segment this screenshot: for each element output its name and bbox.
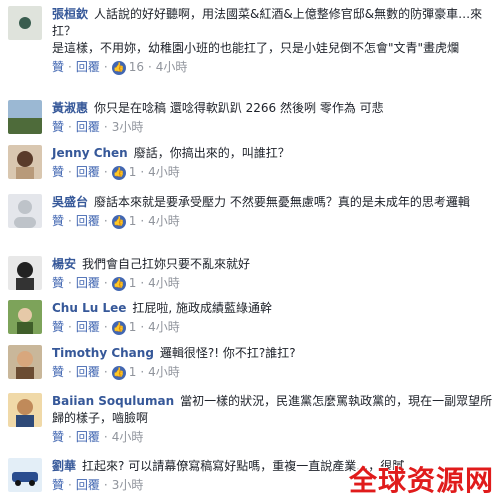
like-button[interactable]: 贊 [52, 429, 64, 446]
comment-author[interactable]: 楊安 [52, 257, 76, 271]
reply-button[interactable]: 回覆 [76, 429, 100, 446]
reply-button[interactable]: 回覆 [76, 275, 100, 292]
timestamp[interactable]: 4小時 [148, 319, 180, 336]
like-count[interactable]: 1 [129, 164, 137, 181]
like-button[interactable]: 贊 [52, 364, 64, 381]
comment-author[interactable]: Chu Lu Lee [52, 301, 126, 315]
avatar[interactable] [8, 6, 42, 40]
like-button[interactable]: 贊 [52, 477, 64, 494]
timestamp[interactable]: 4小時 [148, 213, 180, 230]
timestamp[interactable]: 4小時 [148, 364, 180, 381]
avatar[interactable] [8, 194, 42, 228]
timestamp[interactable]: 4小時 [112, 429, 144, 446]
comment-author[interactable]: Timothy Chang [52, 346, 154, 360]
like-count[interactable]: 1 [129, 213, 137, 230]
like-button[interactable]: 贊 [52, 119, 64, 136]
comment-text: 廢話，你搞出來的，叫誰扛？ [133, 146, 290, 160]
thumbs-up-icon: 👍 [111, 214, 126, 229]
avatar[interactable] [8, 256, 42, 290]
comment-text: 我們會自己扛妳只要不亂來就好 [82, 257, 251, 271]
timestamp[interactable]: 4小時 [148, 164, 180, 181]
comment-text: 你只是在唸稿 還唸得軟趴趴 2266 然後咧 零作為 可悲 [94, 101, 384, 115]
avatar[interactable] [8, 345, 42, 379]
timestamp[interactable]: 4小時 [156, 59, 188, 76]
like-count[interactable]: 1 [129, 364, 137, 381]
thumbs-up-icon: 👍 [111, 276, 126, 291]
reply-button[interactable]: 回覆 [76, 364, 100, 381]
thumbs-up-icon: 👍 [111, 365, 126, 380]
comment-author[interactable]: 張桓欽 [52, 7, 88, 21]
like-button[interactable]: 贊 [52, 59, 64, 76]
comment-text: 邏輯很怪?! 你不扛?誰扛? [159, 346, 296, 360]
avatar[interactable] [8, 393, 42, 427]
comment-author[interactable]: 吳盛台 [52, 195, 88, 209]
like-button[interactable]: 贊 [52, 319, 64, 336]
comment-text: 扛屁啦, 施政成績藍綠通幹 [132, 301, 273, 315]
timestamp[interactable]: 3小時 [112, 477, 144, 494]
thumbs-up-icon: 👍 [111, 320, 126, 335]
like-count[interactable]: 16 [129, 59, 144, 76]
comment-author[interactable]: 黃淑惠 [52, 101, 88, 115]
like-button[interactable]: 贊 [52, 275, 64, 292]
reply-button[interactable]: 回覆 [76, 213, 100, 230]
comment-text: 廢話本來就是要承受壓力 不然要無憂無慮嗎？真的是未成年的思考邏輯 [94, 195, 470, 209]
watermark: 全球资源网 [348, 464, 494, 497]
comment-text: 人話說的好好聽啊，用法國菜&紅酒&上億整修官邸&無數的防彈豪車…來扛？ 是這樣，… [52, 7, 483, 55]
timestamp[interactable]: 3小時 [112, 119, 144, 136]
timestamp[interactable]: 4小時 [148, 275, 180, 292]
thumbs-up-icon: 👍 [111, 60, 126, 75]
avatar[interactable] [8, 458, 42, 492]
thumbs-up-icon: 👍 [111, 165, 126, 180]
like-count[interactable]: 1 [129, 275, 137, 292]
avatar[interactable] [8, 100, 42, 134]
comment-author[interactable]: 劉華 [52, 459, 76, 473]
avatar[interactable] [8, 145, 42, 179]
reply-button[interactable]: 回覆 [76, 477, 100, 494]
like-button[interactable]: 贊 [52, 213, 64, 230]
reply-button[interactable]: 回覆 [76, 119, 100, 136]
avatar[interactable] [8, 300, 42, 334]
comment-author[interactable]: Jenny Chen [52, 146, 128, 160]
reply-button[interactable]: 回覆 [76, 164, 100, 181]
comment-author[interactable]: Baiian Soquluman [52, 394, 174, 408]
like-button[interactable]: 贊 [52, 164, 64, 181]
like-count[interactable]: 1 [129, 319, 137, 336]
reply-button[interactable]: 回覆 [76, 319, 100, 336]
reply-button[interactable]: 回覆 [76, 59, 100, 76]
